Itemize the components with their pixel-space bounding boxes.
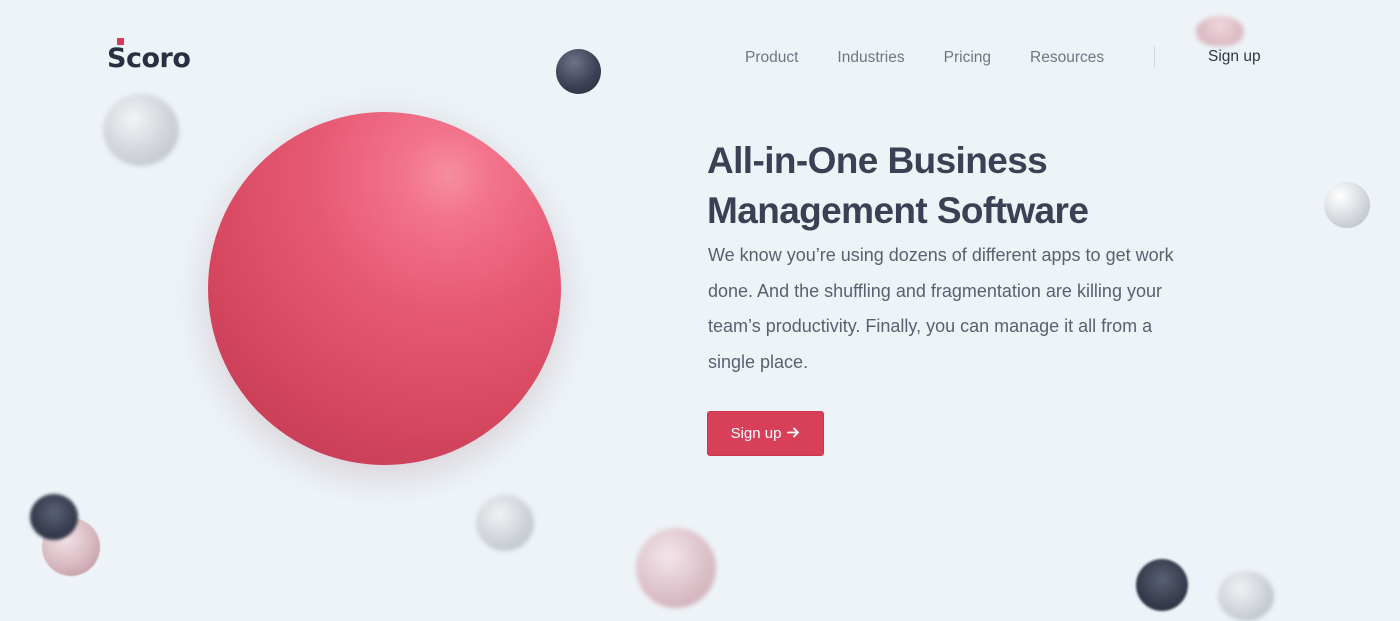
arrow-right-icon	[787, 425, 800, 442]
hero-title: All-in-One Business Management Software	[707, 140, 1089, 231]
decorative-dark-sphere	[556, 49, 601, 94]
decorative-dark-sphere	[1136, 559, 1188, 611]
nav-divider	[1154, 46, 1155, 68]
header-signup-link[interactable]: Sign up	[1208, 48, 1261, 66]
decorative-pink-sphere	[1196, 16, 1244, 46]
hero-red-sphere	[208, 112, 561, 465]
hero-signup-label: Sign up	[730, 425, 782, 442]
hero-signup-button[interactable]: Sign up	[707, 411, 824, 456]
decorative-grey-sphere	[103, 94, 179, 166]
logo-text: Scoro	[107, 43, 191, 74]
decorative-grey-sphere	[1324, 182, 1370, 228]
main-nav: Product Industries Pricing Resources	[745, 46, 1104, 70]
logo-mark-icon	[117, 38, 124, 45]
decorative-dark-sphere	[30, 494, 78, 540]
nav-item-pricing[interactable]: Pricing	[944, 49, 991, 67]
scoro-logo[interactable]: Scoro	[107, 38, 191, 74]
decorative-grey-sphere	[1218, 571, 1274, 621]
decorative-pink-sphere	[636, 528, 716, 608]
hero-description: We know you’re using dozens of different…	[708, 245, 1174, 372]
decorative-grey-sphere	[476, 495, 534, 551]
nav-item-product[interactable]: Product	[745, 49, 798, 67]
nav-item-industries[interactable]: Industries	[837, 49, 904, 67]
nav-item-resources[interactable]: Resources	[1030, 49, 1104, 67]
